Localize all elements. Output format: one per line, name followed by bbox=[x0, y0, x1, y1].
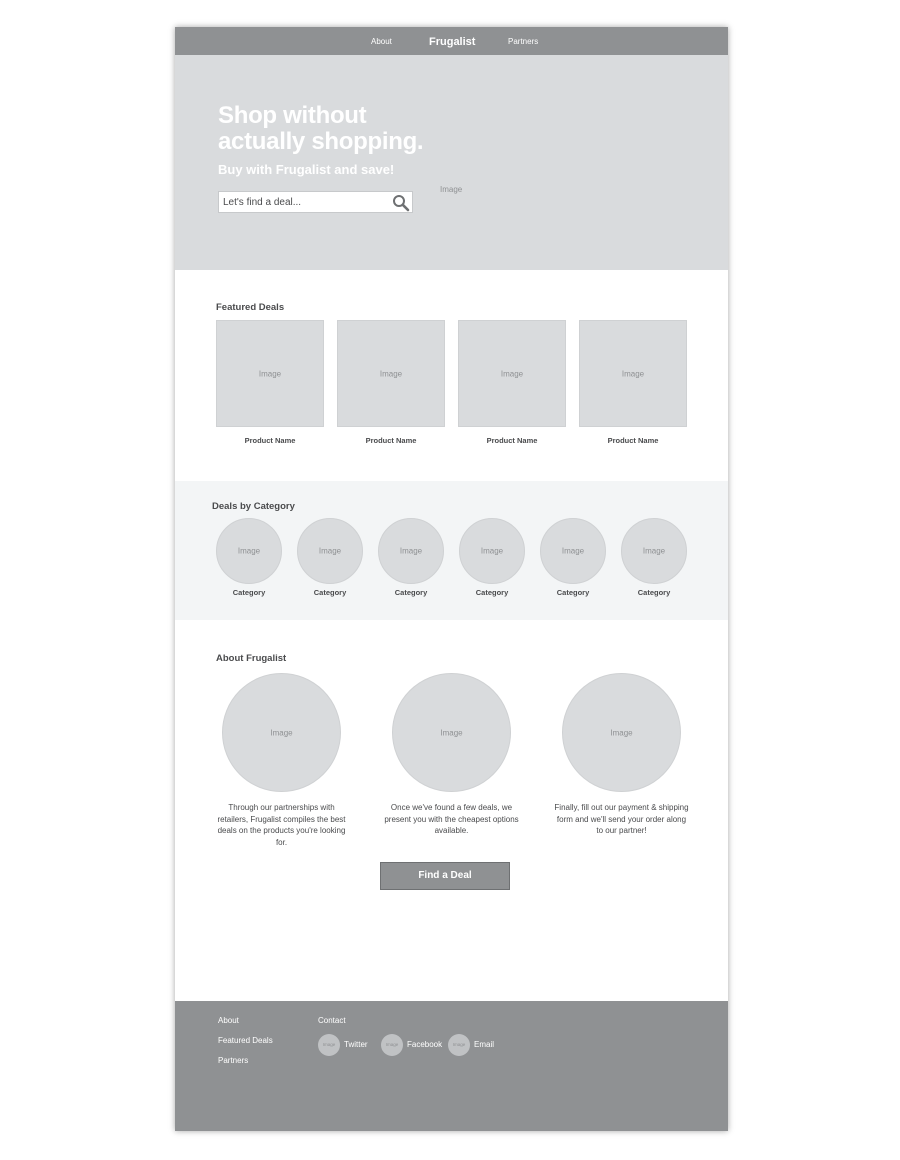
product-name[interactable]: Product Name bbox=[458, 436, 566, 445]
category-name[interactable]: Category bbox=[297, 588, 363, 597]
image-placeholder-label: Image bbox=[379, 369, 403, 378]
brand-logo[interactable]: Frugalist bbox=[429, 27, 475, 55]
footer-link-featured-deals[interactable]: Featured Deals bbox=[218, 1036, 273, 1045]
product-image[interactable]: Image bbox=[337, 320, 445, 427]
featured-deals-section: Featured Deals Image Product Name Image … bbox=[175, 270, 728, 481]
search-input[interactable] bbox=[219, 192, 387, 212]
facebook-icon[interactable]: Image bbox=[381, 1034, 403, 1056]
search-icon[interactable] bbox=[392, 194, 410, 212]
category-item[interactable]: Image Category bbox=[297, 518, 363, 597]
image-placeholder-label: Image bbox=[237, 546, 261, 556]
image-placeholder-label: Image bbox=[258, 369, 282, 378]
hero-title-line-1: Shop without bbox=[218, 102, 367, 129]
image-placeholder-label: Image bbox=[318, 546, 342, 556]
about-step-text: Finally, fill out our payment & shipping… bbox=[554, 803, 689, 835]
about-step: Image Finally, fill out our payment & sh… bbox=[554, 673, 689, 837]
image-placeholder-label: Image bbox=[610, 728, 633, 737]
category-image[interactable]: Image bbox=[621, 518, 687, 584]
hero-image-placeholder: Image bbox=[440, 185, 463, 194]
about-step: Image Once we've found a few deals, we p… bbox=[384, 673, 519, 837]
product-name[interactable]: Product Name bbox=[216, 436, 324, 445]
product-card[interactable]: Image Product Name bbox=[337, 320, 445, 445]
search-box bbox=[218, 191, 413, 213]
footer-link-partners[interactable]: Partners bbox=[218, 1056, 248, 1065]
category-image[interactable]: Image bbox=[297, 518, 363, 584]
about-step: Image Through our partnerships with reta… bbox=[214, 673, 349, 848]
product-card[interactable]: Image Product Name bbox=[458, 320, 566, 445]
category-item[interactable]: Image Category bbox=[621, 518, 687, 597]
category-item[interactable]: Image Category bbox=[378, 518, 444, 597]
about-title: About Frugalist bbox=[216, 653, 287, 664]
about-step-image: Image bbox=[392, 673, 511, 792]
image-placeholder-label: Image bbox=[621, 369, 645, 378]
about-step-image: Image bbox=[222, 673, 341, 792]
category-name[interactable]: Category bbox=[216, 588, 282, 597]
category-image[interactable]: Image bbox=[216, 518, 282, 584]
category-name[interactable]: Category bbox=[378, 588, 444, 597]
page: About Frugalist Partners Shop without ac… bbox=[175, 27, 728, 1131]
image-placeholder-label: Image bbox=[399, 546, 423, 556]
product-name[interactable]: Product Name bbox=[579, 436, 687, 445]
nav-link-about[interactable]: About bbox=[371, 27, 392, 55]
image-placeholder-label: Image bbox=[500, 369, 524, 378]
hero-section: Shop without actually shopping. Buy with… bbox=[175, 55, 728, 270]
hero-subtitle: Buy with Frugalist and save! bbox=[218, 162, 395, 177]
social-label[interactable]: Email bbox=[474, 1034, 494, 1056]
find-a-deal-button[interactable]: Find a Deal bbox=[380, 862, 510, 890]
category-item[interactable]: Image Category bbox=[540, 518, 606, 597]
image-placeholder-label: Image bbox=[561, 546, 585, 556]
product-card[interactable]: Image Product Name bbox=[216, 320, 324, 445]
category-name[interactable]: Category bbox=[540, 588, 606, 597]
product-image[interactable]: Image bbox=[458, 320, 566, 427]
hero-title-line-2: actually shopping. bbox=[218, 128, 424, 155]
category-name[interactable]: Category bbox=[459, 588, 525, 597]
product-name[interactable]: Product Name bbox=[337, 436, 445, 445]
footer: About Featured Deals Partners Contact Im… bbox=[175, 1001, 728, 1131]
about-step-text: Once we've found a few deals, we present… bbox=[384, 803, 519, 835]
footer-link-about[interactable]: About bbox=[218, 1016, 239, 1025]
deals-by-category-section: Deals by Category Image Category Image C… bbox=[175, 481, 728, 620]
image-placeholder-label: Image bbox=[480, 546, 504, 556]
image-placeholder-label: Image bbox=[642, 546, 666, 556]
about-section: About Frugalist Image Through our partne… bbox=[175, 620, 728, 1001]
category-image[interactable]: Image bbox=[540, 518, 606, 584]
category-item[interactable]: Image Category bbox=[459, 518, 525, 597]
top-nav: About Frugalist Partners bbox=[175, 27, 728, 55]
deals-by-category-title: Deals by Category bbox=[212, 501, 295, 512]
about-step-image: Image bbox=[562, 673, 681, 792]
social-label[interactable]: Facebook bbox=[407, 1034, 442, 1056]
hero-title: Shop without actually shopping. bbox=[218, 103, 458, 155]
image-placeholder-label: Image bbox=[270, 728, 293, 737]
nav-link-partners[interactable]: Partners bbox=[508, 27, 538, 55]
about-step-text: Through our partnerships with retailers,… bbox=[217, 803, 346, 847]
twitter-icon[interactable]: Image bbox=[318, 1034, 340, 1056]
product-image[interactable]: Image bbox=[579, 320, 687, 427]
category-image[interactable]: Image bbox=[378, 518, 444, 584]
footer-contact-title: Contact bbox=[318, 1016, 346, 1025]
product-image[interactable]: Image bbox=[216, 320, 324, 427]
featured-deals-title: Featured Deals bbox=[216, 302, 285, 313]
category-item[interactable]: Image Category bbox=[216, 518, 282, 597]
category-name[interactable]: Category bbox=[621, 588, 687, 597]
social-label[interactable]: Twitter bbox=[344, 1034, 368, 1056]
category-image[interactable]: Image bbox=[459, 518, 525, 584]
email-icon[interactable]: Image bbox=[448, 1034, 470, 1056]
image-placeholder-label: Image bbox=[440, 728, 463, 737]
product-card[interactable]: Image Product Name bbox=[579, 320, 687, 445]
